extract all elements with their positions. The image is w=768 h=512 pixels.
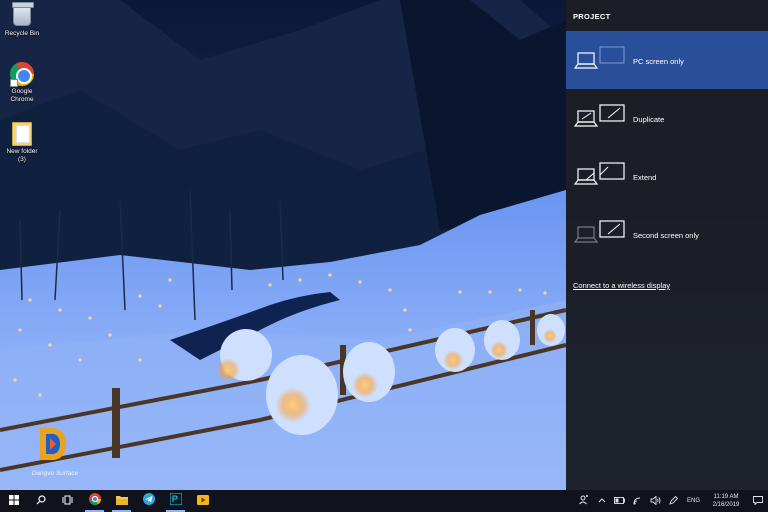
clock-time: 11:19 AM — [713, 494, 739, 500]
recycle-bin-icon — [12, 2, 34, 26]
option-label: Duplicate — [633, 115, 665, 124]
extend-icon — [573, 161, 628, 189]
clock[interactable]: 11:19 AM 2/16/2019 — [704, 493, 748, 509]
speaker-icon — [650, 495, 661, 507]
photoshop-icon — [169, 492, 182, 510]
shortcut-arrow-icon — [10, 79, 18, 87]
watermark-logo — [36, 426, 68, 462]
option-second-screen-only[interactable]: Second screen only — [566, 205, 768, 263]
desktop-icon-label: Google Chrome — [10, 88, 34, 103]
pen-workspace-button[interactable] — [665, 490, 683, 512]
connect-wireless-display-link[interactable]: Connect to a wireless display — [573, 281, 670, 290]
panel-title: PROJECT — [573, 12, 611, 21]
start-icon — [8, 492, 19, 510]
file-explorer-icon — [115, 492, 128, 510]
taskbar-photoshop[interactable] — [162, 490, 189, 512]
project-panel: PROJECT PC screen only Duplicate Extend … — [566, 0, 768, 490]
second-screen-only-icon — [574, 219, 628, 247]
network-button[interactable] — [629, 490, 647, 512]
start-button[interactable] — [0, 490, 27, 512]
option-label: Extend — [633, 173, 657, 182]
volume-button[interactable] — [647, 490, 665, 512]
action-center-button[interactable] — [748, 490, 768, 512]
system-tray: ENG 11:19 AM 2/16/2019 — [575, 490, 768, 512]
option-label: PC screen only — [633, 57, 684, 66]
folder-icon — [12, 122, 32, 146]
input-language[interactable]: ENG — [683, 498, 704, 504]
taskbar-file-explorer[interactable] — [108, 490, 135, 512]
chrome-icon — [88, 492, 101, 510]
search-button[interactable] — [27, 490, 54, 512]
clock-date: 2/16/2019 — [712, 502, 740, 508]
pc-screen-only-icon — [573, 45, 628, 73]
duplicate-icon — [573, 103, 628, 131]
option-label: Second screen only — [633, 231, 699, 240]
search-icon — [36, 492, 46, 510]
battery-icon — [614, 496, 626, 506]
desktop-icon-recycle-bin[interactable]: Recycle Bin — [0, 2, 44, 38]
option-extend[interactable]: Extend — [566, 147, 768, 205]
media-player-icon — [196, 492, 209, 510]
show-hidden-icons-button[interactable] — [593, 490, 611, 512]
telegram-icon — [142, 492, 155, 510]
desktop-icon-label: New folder (3) — [6, 148, 38, 163]
taskbar-chrome[interactable] — [81, 490, 108, 512]
pen-icon — [669, 495, 679, 507]
people-button[interactable] — [575, 490, 593, 512]
taskbar: ENG 11:19 AM 2/16/2019 — [0, 490, 768, 512]
desktop-icon-label: Recycle Bin — [4, 30, 40, 37]
wifi-icon — [633, 496, 643, 507]
taskbar-telegram[interactable] — [135, 490, 162, 512]
people-icon — [579, 495, 589, 507]
notification-icon — [753, 492, 763, 510]
taskbar-media-player[interactable] — [189, 490, 216, 512]
option-duplicate[interactable]: Duplicate — [566, 89, 768, 147]
desktop-icon-google-chrome[interactable]: Google Chrome — [0, 62, 44, 104]
battery-button[interactable] — [611, 490, 629, 512]
desktop-icon-new-folder[interactable]: New folder (3) — [0, 122, 44, 164]
option-pc-screen-only[interactable]: PC screen only — [566, 31, 768, 89]
task-view-button[interactable] — [54, 490, 81, 512]
watermark-text: Dangvu Surface — [31, 470, 79, 477]
task-view-icon — [62, 492, 73, 510]
chevron-up-icon — [598, 497, 606, 505]
